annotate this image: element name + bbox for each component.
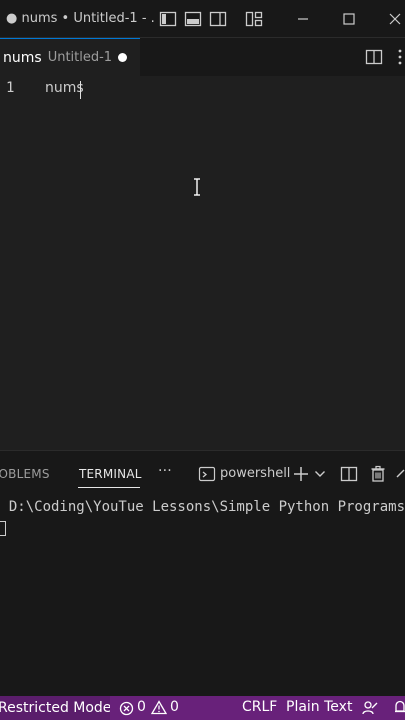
close-window-button[interactable] <box>372 0 405 38</box>
toggle-panel-icon[interactable] <box>184 10 202 28</box>
chevron-up-icon[interactable] <box>396 465 405 483</box>
vscode-window: ● nums • Untitled-1 - ... nums Untitled-… <box>0 0 405 720</box>
warning-count[interactable]: 0 <box>170 699 179 715</box>
editor-tab-bar: nums Untitled-1 <box>0 38 405 76</box>
terminal-cursor <box>0 521 6 536</box>
split-editor-icon[interactable] <box>365 48 383 66</box>
restricted-mode-label: Restricted Mode <box>0 700 110 716</box>
customize-layout-icon[interactable] <box>245 10 263 28</box>
new-terminal-plus-icon[interactable] <box>292 465 310 483</box>
more-actions-icon[interactable] <box>397 48 403 66</box>
maximize-icon <box>343 13 355 25</box>
toggle-primary-sidebar-icon[interactable] <box>159 10 177 28</box>
live-share-icon[interactable] <box>362 700 378 716</box>
language-mode[interactable]: Plain Text <box>286 699 352 715</box>
chevron-down-icon[interactable] <box>314 469 326 479</box>
bottom-panel: ROBLEMS TERMINAL ··· powershell <box>0 450 405 696</box>
minimize-button[interactable] <box>280 0 326 38</box>
tab-problems[interactable]: ROBLEMS <box>0 467 50 481</box>
panel-more-button[interactable]: ··· <box>158 463 172 479</box>
editor-tab-nums[interactable]: nums Untitled-1 <box>0 38 140 76</box>
tab-terminal[interactable]: TERMINAL <box>79 467 142 481</box>
toggle-secondary-sidebar-icon[interactable] <box>209 10 227 28</box>
error-count[interactable]: 0 <box>137 699 146 715</box>
terminal-prompt: S D:\Coding\YouTue Lessons\Simple Python… <box>0 499 405 515</box>
status-bar: Restricted Mode 0 0 CRLF Plain Text <box>0 696 405 720</box>
window-title: ● nums • Untitled-1 - ... <box>6 11 156 26</box>
maximize-button[interactable] <box>326 0 372 38</box>
error-icon[interactable] <box>119 701 134 716</box>
tab-name: nums <box>3 49 42 66</box>
terminal-icon <box>198 466 216 482</box>
warning-icon[interactable] <box>151 700 167 715</box>
code-line[interactable]: nums <box>45 80 84 96</box>
minimize-icon <box>298 18 308 20</box>
text-cursor <box>80 81 81 99</box>
active-tab-indicator <box>78 487 140 488</box>
close-icon <box>389 13 401 25</box>
ibeam-cursor-icon <box>194 178 200 196</box>
editor-area[interactable]: 1 nums <box>0 76 405 450</box>
terminal-shell-label[interactable]: powershell <box>220 466 290 481</box>
trash-icon[interactable] <box>369 465 387 483</box>
title-bar: ● nums • Untitled-1 - ... <box>0 0 405 38</box>
split-terminal-icon[interactable] <box>340 465 358 483</box>
line-number: 1 <box>6 80 15 96</box>
unsaved-dot-icon[interactable] <box>118 53 127 62</box>
restricted-mode-indicator[interactable]: Restricted Mode <box>0 696 110 720</box>
end-of-line-sequence[interactable]: CRLF <box>242 699 277 715</box>
notifications-bell-icon[interactable] <box>394 700 405 716</box>
tab-description: Untitled-1 <box>47 50 113 65</box>
